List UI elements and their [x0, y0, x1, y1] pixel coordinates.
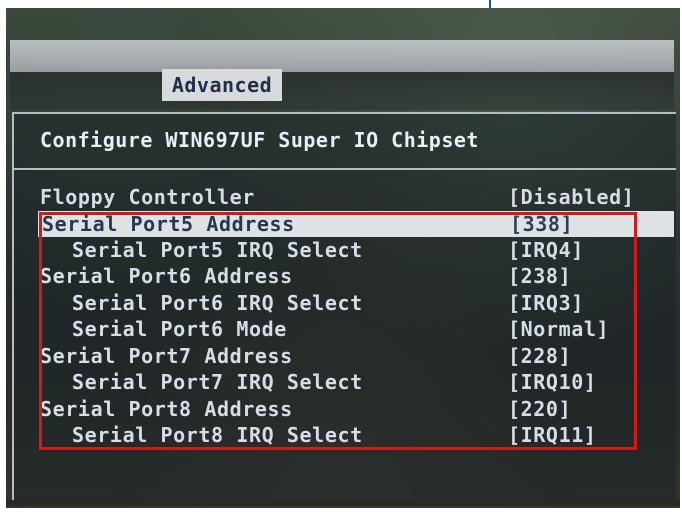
- title-divider: [12, 168, 676, 170]
- setting-row-serial-port6-irq[interactable]: Serial Port6 IRQ Select [IRQ3]: [40, 290, 660, 316]
- setting-label: Floppy Controller: [40, 185, 255, 209]
- setting-row-serial-port6-address[interactable]: Serial Port6 Address [238]: [40, 263, 660, 289]
- setting-label: Serial Port8 IRQ Select: [72, 423, 363, 447]
- setting-row-serial-port5-address[interactable]: Serial Port5 Address [338]: [38, 211, 674, 237]
- setting-row-serial-port6-mode[interactable]: Serial Port6 Mode [Normal]: [40, 316, 660, 342]
- text-cursor-mark: [489, 0, 491, 8]
- setting-value[interactable]: [IRQ10]: [508, 369, 597, 395]
- setting-label: Serial Port7 IRQ Select: [72, 370, 363, 394]
- bottom-edge: [6, 500, 680, 506]
- setting-value[interactable]: [IRQ11]: [508, 422, 597, 448]
- setting-row-serial-port5-irq[interactable]: Serial Port5 IRQ Select [IRQ4]: [40, 237, 660, 263]
- setting-value[interactable]: [Normal]: [508, 316, 609, 342]
- setting-value[interactable]: [228]: [508, 343, 571, 369]
- setting-value[interactable]: [220]: [508, 396, 571, 422]
- tab-advanced[interactable]: Advanced: [162, 69, 282, 101]
- setting-row-serial-port8-address[interactable]: Serial Port8 Address [220]: [40, 396, 660, 422]
- setting-row-serial-port8-irq[interactable]: Serial Port8 IRQ Select [IRQ11]: [40, 422, 660, 448]
- setting-value[interactable]: [IRQ4]: [508, 237, 584, 263]
- setting-label: Serial Port6 IRQ Select: [72, 291, 363, 315]
- setting-row-serial-port7-address[interactable]: Serial Port7 Address [228]: [40, 343, 660, 369]
- setting-value[interactable]: [Disabled]: [508, 184, 634, 210]
- setting-label: Serial Port6 Mode: [72, 317, 287, 341]
- setting-label: Serial Port5 Address: [42, 212, 295, 236]
- setting-label: Serial Port8 Address: [40, 397, 293, 421]
- setting-label: Serial Port7 Address: [40, 344, 293, 368]
- setting-label: Serial Port5 IRQ Select: [72, 238, 363, 262]
- panel-title: Configure WIN697UF Super IO Chipset: [40, 128, 479, 152]
- setting-value[interactable]: [338]: [510, 211, 573, 237]
- setting-row-serial-port7-irq[interactable]: Serial Port7 IRQ Select [IRQ10]: [40, 369, 660, 395]
- setting-label: Serial Port6 Address: [40, 264, 293, 288]
- bios-header-bar: [10, 40, 674, 72]
- setting-value[interactable]: [238]: [508, 263, 571, 289]
- header-shadow: [10, 72, 674, 110]
- setting-value[interactable]: [IRQ3]: [508, 290, 584, 316]
- setting-row-floppy-controller[interactable]: Floppy Controller [Disabled]: [40, 184, 660, 210]
